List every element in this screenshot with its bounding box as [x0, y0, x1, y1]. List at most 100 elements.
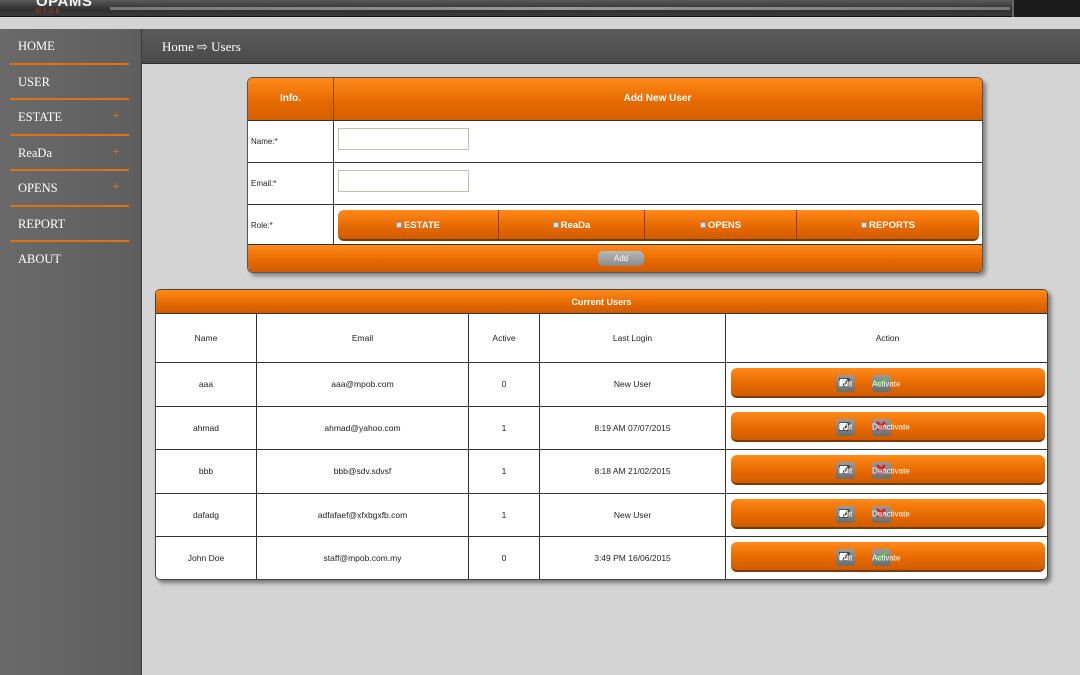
role-label-text: ReaDa	[560, 220, 591, 231]
activate-button[interactable]: Activate	[872, 375, 900, 392]
role-row: Role:* ESTATE ReaDa OPENS REPORTS	[248, 204, 982, 246]
add-button[interactable]: Add	[598, 251, 644, 266]
checkbox-icon	[699, 222, 706, 228]
sidebar-item-label: ReaDa	[18, 145, 53, 160]
cell-last-login: 8:18 AM 21/02/2015	[540, 450, 726, 493]
user-email: aaa@mpob.com	[331, 379, 394, 390]
toggle-button-label: Deactivate	[872, 422, 910, 432]
email-input[interactable]	[338, 170, 469, 192]
user-last-login: 8:19 AM 07/07/2015	[594, 422, 671, 433]
cell-last-login: 3:49 PM 16/06/2015	[540, 537, 726, 579]
user-active: 1	[501, 509, 507, 520]
cell-name: ahmad	[156, 406, 257, 449]
edit-button-label: Edit	[838, 379, 853, 388]
column-header: Email	[257, 314, 469, 362]
edit-button[interactable]: Edit	[836, 505, 855, 523]
column-header-label: Active	[492, 333, 516, 343]
edit-button-label: Edit	[838, 509, 853, 519]
sidebar-item-reada[interactable]: ReaDa +	[0, 136, 141, 172]
sidebar-item-opens[interactable]: OPENS +	[0, 171, 141, 207]
sidebar-item-estate[interactable]: ESTATE +	[0, 100, 141, 136]
role-opens-checkbox[interactable]: OPENS	[645, 210, 797, 239]
user-last-login: 3:49 PM 16/06/2015	[594, 553, 671, 564]
user-last-login: 8:18 AM 21/02/2015	[594, 466, 671, 477]
user-last-login: New User	[613, 509, 652, 520]
cell-active: 1	[469, 450, 540, 493]
role-reada-checkbox[interactable]: ReaDa	[499, 210, 645, 239]
user-email: bbb@sdv.sdvsf	[333, 466, 392, 477]
role-reports-checkbox[interactable]: REPORTS	[797, 210, 979, 239]
add-user-footer: Add	[248, 244, 982, 272]
expand-plus-icon[interactable]: +	[113, 146, 119, 158]
checkbox-icon	[861, 222, 868, 228]
user-active: 0	[501, 379, 507, 390]
breadcrumb-bar: Home ⇨ Users	[142, 29, 1080, 64]
activate-button[interactable]: Activate	[872, 549, 901, 566]
expand-plus-icon[interactable]: +	[113, 181, 119, 193]
edit-button[interactable]: Edit	[836, 375, 855, 392]
top-bar: OPAMS MPOB	[0, 0, 1080, 17]
column-header-label: Email	[351, 333, 374, 343]
role-options: ESTATE ReaDa OPENS REPORTS	[338, 210, 979, 241]
action-bar: Edit Deactivate	[731, 498, 1045, 529]
add-user-header: Info. Add New User	[248, 78, 982, 120]
column-header-label: Name	[194, 333, 218, 343]
checkbox-icon	[552, 222, 559, 228]
column-header: Action	[726, 314, 1047, 362]
edit-button-label: Edit	[838, 422, 853, 432]
checkbox-icon	[395, 222, 402, 228]
current-users-table: Current Users Name Email Active Last Log…	[155, 289, 1048, 580]
deactivate-button[interactable]: Deactivate	[872, 505, 910, 523]
table-row: dafadg adfafaef@xfxbgxfb.com 1 New User Edi…	[156, 492, 1047, 536]
add-user-panel: Info. Add New User Name:* Email:* Role:*…	[247, 77, 983, 273]
row-divider	[333, 163, 334, 204]
edit-button[interactable]: Edit	[836, 462, 855, 479]
table-row: John Doe staff@mpob.com.my 0 3:49 PM 16/06/…	[156, 536, 1047, 579]
sidebar: HOME USER ESTATE + ReaDa + OPENS + REPORT A…	[0, 29, 142, 675]
user-name: bbb	[198, 466, 214, 477]
name-input[interactable]	[338, 128, 469, 150]
sidebar-item-home[interactable]: HOME	[0, 29, 141, 65]
cell-name: aaa	[156, 363, 257, 406]
cell-name: John Doe	[156, 537, 257, 579]
cell-active: 1	[469, 406, 540, 449]
cell-name: bbb	[156, 450, 257, 493]
deactivate-button[interactable]: Deactivate	[872, 462, 910, 479]
toggle-button-label: Deactivate	[872, 466, 910, 475]
column-header-label: Last Login	[612, 333, 653, 343]
sidebar-item-label: USER	[18, 74, 50, 89]
edit-button[interactable]: Edit	[836, 418, 855, 436]
current-users-title: Current Users	[156, 290, 1047, 313]
toggle-button-label: Activate	[872, 553, 901, 562]
cell-name: dafadg	[156, 493, 257, 536]
sidebar-item-label: REPORT	[18, 216, 66, 231]
info-header: Info.	[279, 93, 302, 104]
role-estate-checkbox[interactable]: ESTATE	[338, 210, 499, 239]
deactivate-button[interactable]: Deactivate	[872, 418, 910, 436]
expand-plus-icon[interactable]: +	[113, 110, 119, 122]
sidebar-item-user[interactable]: USER	[0, 65, 141, 101]
user-active: 1	[501, 466, 507, 477]
email-label: Email:*	[251, 179, 277, 188]
role-label-text: OPENS	[707, 220, 742, 231]
cell-email: bbb@sdv.sdvsf	[257, 450, 469, 493]
edit-button[interactable]: Edit	[836, 549, 855, 566]
action-bar: Edit Deactivate	[731, 455, 1045, 485]
top-right-control[interactable]	[1012, 0, 1080, 17]
user-name: dafadg	[193, 509, 219, 520]
sidebar-item-label: OPENS	[18, 181, 58, 195]
cell-email: adfafaef@xfxbgxfb.com	[257, 493, 469, 536]
sidebar-item-report[interactable]: REPORT	[0, 207, 141, 243]
sidebar-item-label: HOME	[18, 39, 55, 53]
cell-active: 1	[469, 493, 540, 536]
column-header-label: Action	[875, 333, 900, 343]
cell-action: Edit Deactivate	[726, 407, 1047, 450]
sidebar-item-label: ESTATE	[18, 110, 63, 124]
role-label: Role:*	[251, 221, 273, 230]
edit-button-label: Edit	[838, 466, 853, 475]
email-row: Email:*	[248, 162, 982, 204]
sidebar-item-about[interactable]: ABOUT	[0, 242, 141, 278]
user-name: ahmad	[193, 422, 219, 433]
cell-action: Edit Activate	[726, 537, 1047, 579]
action-bar: Edit Deactivate	[731, 411, 1045, 442]
